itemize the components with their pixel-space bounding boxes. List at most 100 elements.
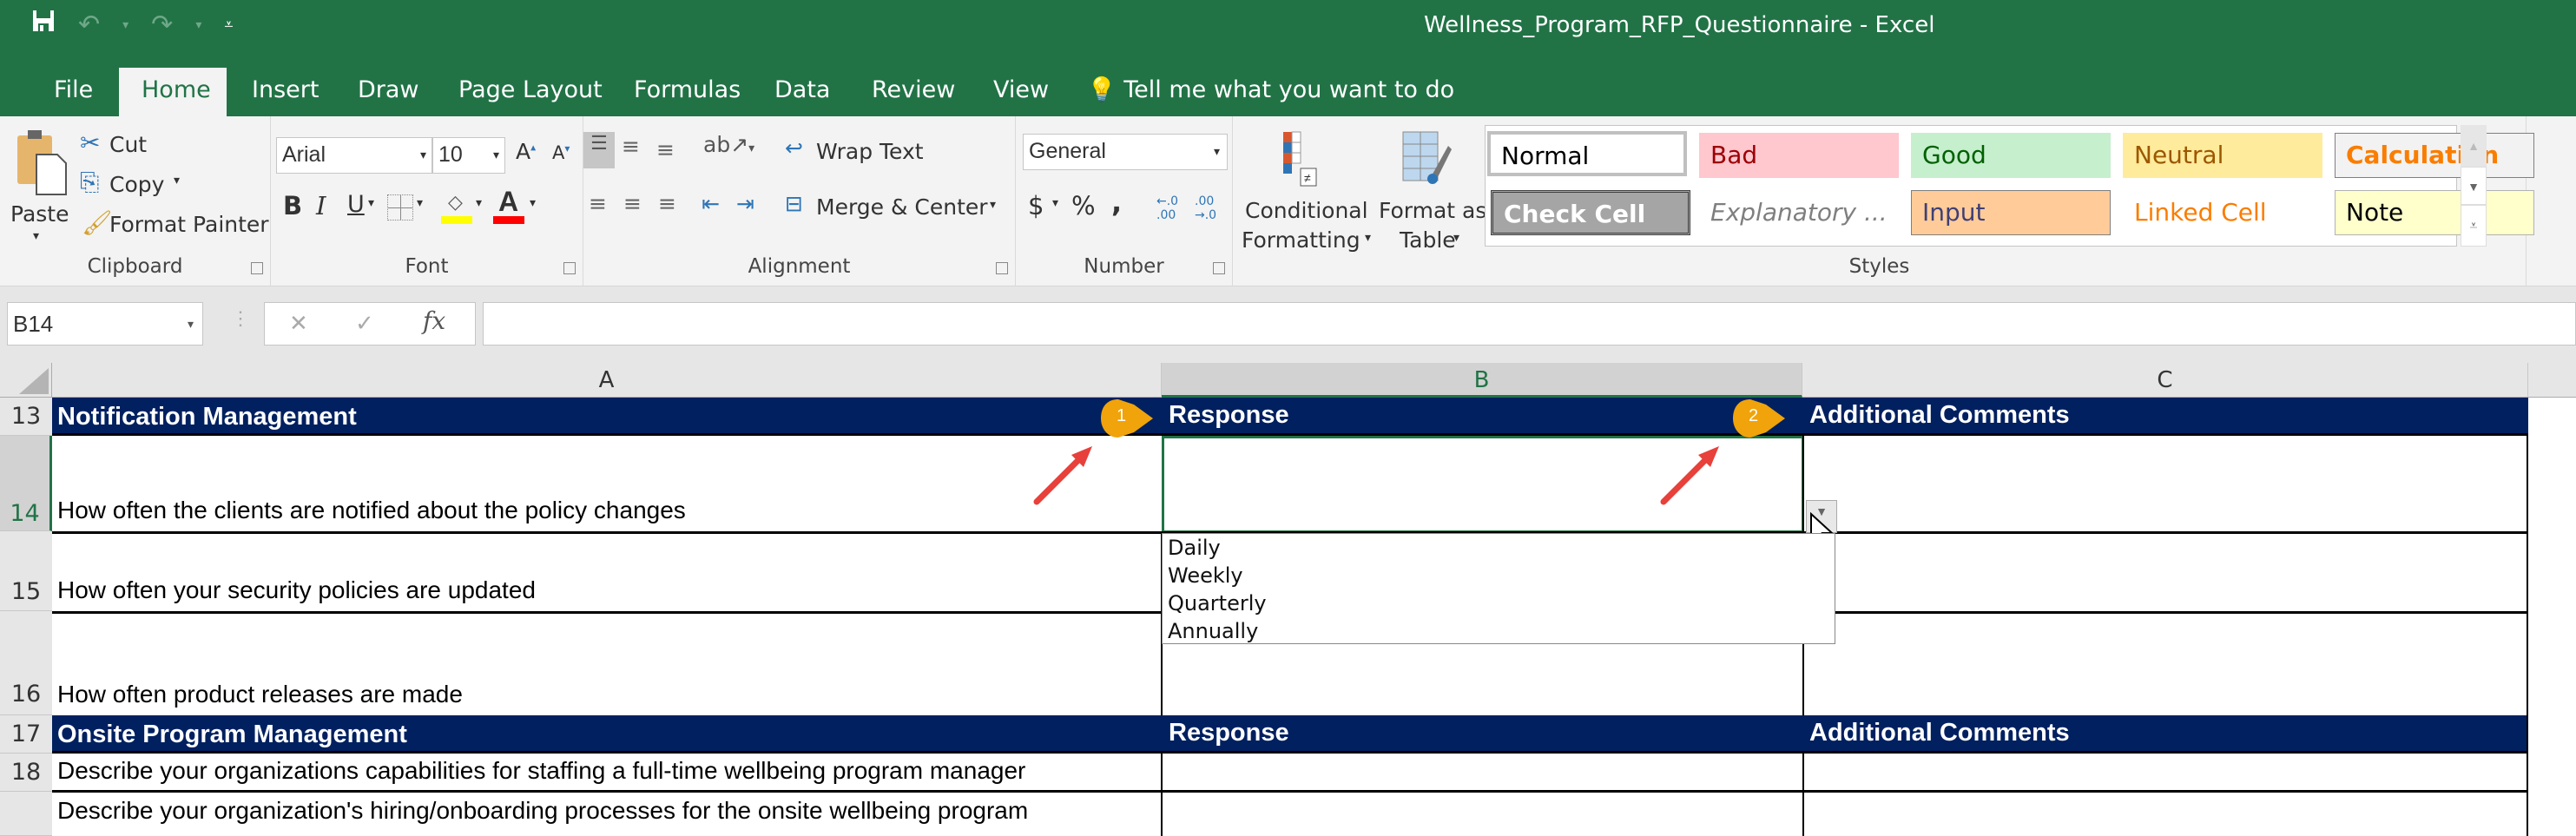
tab-review[interactable]: Review [849,68,978,116]
middle-align-button[interactable]: ≡ [622,134,640,159]
top-align-button[interactable]: ☰ [583,132,615,168]
wrap-text-button[interactable]: ↩ Wrap Text [785,134,959,168]
currency-button[interactable]: $ [1028,191,1044,221]
cell-b13[interactable]: Response [1169,401,1289,430]
align-left-button[interactable]: ≡ [589,191,607,216]
grow-font-icon[interactable]: A▴ [516,139,536,164]
cell-a14[interactable]: How often the clients are notified about… [52,497,1162,524]
enter-icon[interactable]: ✓ [355,306,374,339]
style-note[interactable]: Note [2335,190,2534,235]
merge-center-button[interactable]: ⊟ Merge & Center ▾ [785,189,1011,224]
tab-page-layout[interactable]: Page Layout [436,68,625,116]
style-normal[interactable]: Normal [1487,131,1687,176]
orientation-button[interactable]: ab↗▾ [703,132,754,157]
font-size-select[interactable]: 10 ▾ [432,137,505,174]
column-header-c[interactable]: C [1802,363,2528,398]
increase-indent-button[interactable]: ⇥ [736,191,754,216]
cell-a17[interactable]: Onsite Program Management [57,721,407,749]
fill-color-dropdown-icon[interactable]: ▾ [476,196,482,210]
style-check-cell[interactable]: Check Cell [1491,190,1690,235]
bold-button[interactable]: B [283,191,302,221]
format-painter-button[interactable]: 🖌 Format Painter [80,208,269,240]
conditional-formatting-button[interactable]: ≠ Conditional Formatting ▾ [1242,128,1371,253]
cell-b17[interactable]: Response [1169,719,1289,747]
redo-dropdown-icon[interactable]: ▾ [195,17,201,32]
cell-a19[interactable]: Describe your organization's hiring/onbo… [52,797,1162,825]
font-color-dropdown-icon[interactable]: ▾ [530,196,536,210]
row-header-14[interactable]: 14 [0,436,52,531]
redo-icon[interactable]: ↷ [151,10,173,40]
dropdown-option-annually[interactable]: Annually [1163,617,1835,645]
shrink-font-icon[interactable]: A▾ [552,142,570,163]
underline-dropdown-icon[interactable]: ▾ [368,196,374,210]
align-right-button[interactable]: ≡ [658,191,676,216]
gallery-scroll-down-button[interactable]: ▼ [2461,167,2487,205]
clipboard-launcher-icon[interactable] [251,262,263,274]
decrease-decimal-button[interactable]: .00 →.0 [1195,194,1216,222]
dropdown-option-daily[interactable]: Daily [1163,534,1835,562]
font-name-select[interactable]: Arial ▾ [276,137,432,174]
cell-a18[interactable]: Describe your organizations capabilities… [52,757,1162,785]
style-neutral[interactable]: Neutral [2123,133,2322,178]
formula-input[interactable] [483,302,2576,346]
borders-icon[interactable] [387,194,413,221]
column-header-d[interactable] [2528,363,2576,398]
increase-decimal-button[interactable]: ←.0.00 [1156,194,1178,222]
cancel-icon[interactable]: ✕ [289,306,308,339]
cell-c13[interactable]: Additional Comments [1809,401,2070,430]
tab-insert[interactable]: Insert [229,68,341,116]
customize-qat-icon[interactable]: ⩡ [224,16,233,34]
italic-button[interactable]: I [316,191,326,221]
fill-color-icon[interactable]: ◇ [441,191,472,224]
style-linked-cell[interactable]: Linked Cell [2123,190,2322,235]
paste-button[interactable]: Paste ▾ [9,128,69,250]
dropdown-option-quarterly[interactable]: Quarterly [1163,589,1835,617]
name-box[interactable]: B14 ▾ [7,302,203,346]
dropdown-option-weekly[interactable]: Weekly [1163,562,1835,589]
cell-a15[interactable]: How often your security policies are upd… [52,576,1162,604]
tab-file[interactable]: File [31,68,115,116]
row-header-16[interactable]: 16 [0,611,52,715]
currency-dropdown-icon[interactable]: ▾ [1052,196,1058,210]
cell-a13[interactable]: Notification Management [57,403,357,431]
align-center-button[interactable]: ≡ [623,191,642,216]
tab-home[interactable]: Home [119,68,227,116]
format-as-table-button[interactable]: Format as Table ▾ [1377,128,1486,253]
comma-button[interactable]: , [1111,186,1122,219]
cell-c14[interactable] [1804,438,2528,530]
cell-c17[interactable]: Additional Comments [1809,719,2070,747]
gallery-scroll-up-button[interactable]: ▲ [2461,125,2487,167]
underline-button[interactable]: U [347,191,365,218]
row-header-17[interactable]: 17 [0,715,52,754]
alignment-launcher-icon[interactable] [996,262,1008,274]
tab-draw[interactable]: Draw [335,68,442,116]
bottom-align-button[interactable]: ≡ [656,137,675,162]
cut-button[interactable]: ✂ Cut [80,128,184,160]
row-header-13[interactable]: 13 [0,398,52,436]
tell-me-box[interactable]: 💡 Tell me what you want to do [1064,68,1477,116]
select-all-button[interactable] [0,363,52,398]
tab-view[interactable]: View [971,68,1071,116]
save-icon[interactable] [31,9,56,40]
gallery-more-button[interactable]: ⩡ [2461,205,2487,247]
drag-handle-icon[interactable]: ⋮ [231,307,250,330]
row-header-19[interactable] [0,792,52,836]
column-header-b[interactable]: B [1162,363,1802,398]
undo-icon[interactable]: ↶ [78,10,100,40]
undo-dropdown-icon[interactable]: ▾ [122,17,128,32]
row-header-18[interactable]: 18 [0,754,52,792]
row-header-15[interactable]: 15 [0,531,52,611]
percent-button[interactable]: % [1071,191,1096,221]
tab-formulas[interactable]: Formulas [611,68,763,116]
column-header-a[interactable]: A [52,363,1162,398]
style-input[interactable]: Input [1911,190,2111,235]
number-format-select[interactable]: General ▾ [1023,134,1228,170]
number-launcher-icon[interactable] [1213,262,1225,274]
decrease-indent-button[interactable]: ⇤ [702,191,720,216]
cell-a16[interactable]: How often product releases are made [52,681,1162,708]
borders-dropdown-icon[interactable]: ▾ [417,196,423,210]
style-good[interactable]: Good [1911,133,2111,178]
style-calculation[interactable]: Calculation [2335,133,2534,178]
copy-button[interactable]: ⎘ Copy ▾ [80,168,201,200]
style-bad[interactable]: Bad [1699,133,1899,178]
